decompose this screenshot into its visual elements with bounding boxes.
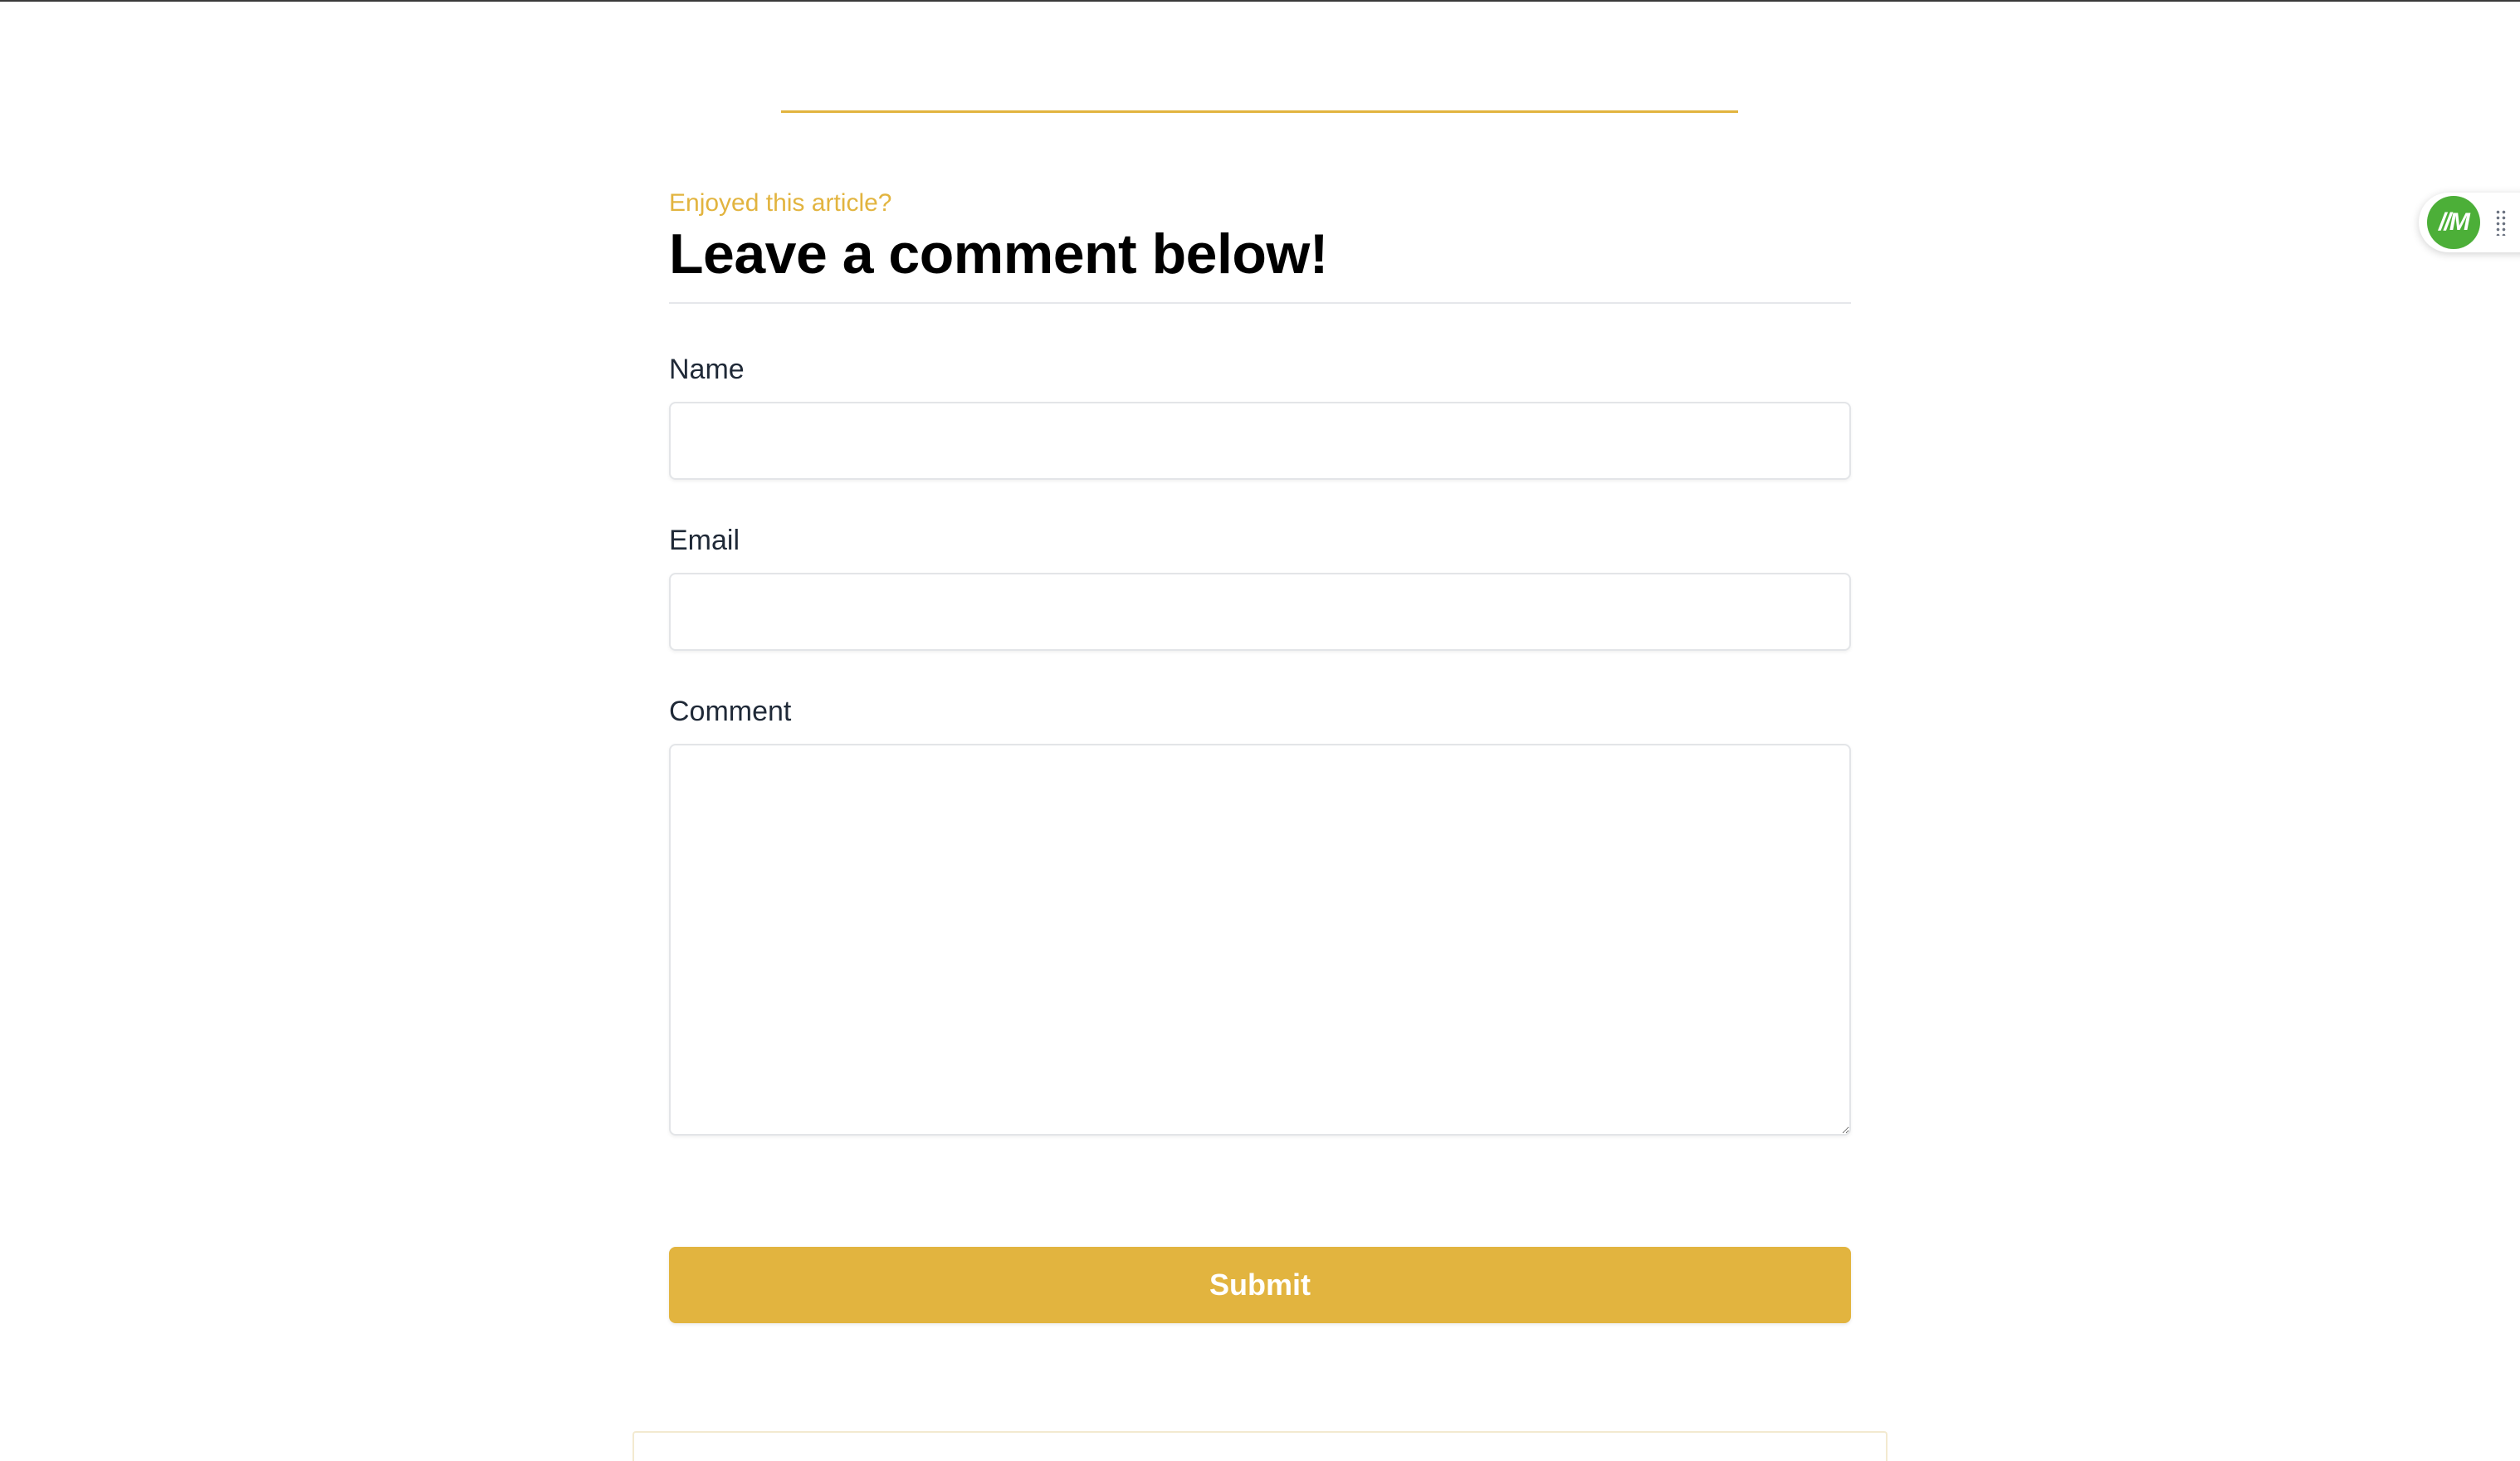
comment-label: Comment (669, 696, 792, 727)
email-input[interactable] (669, 573, 1851, 651)
comment-heading: Leave a comment below! (669, 222, 1328, 286)
name-label: Name (669, 354, 745, 385)
comment-form: Enjoyed this article? Leave a comment be… (669, 188, 1851, 1323)
heading-divider (669, 302, 1851, 304)
name-input[interactable] (669, 402, 1851, 480)
drag-handle-icon[interactable] (2495, 209, 2507, 236)
section-divider (781, 110, 1738, 113)
floating-widget[interactable]: //M (2419, 193, 2520, 252)
comment-textarea[interactable] (669, 744, 1851, 1136)
brand-logo-icon[interactable]: //M (2427, 196, 2480, 249)
window-top-border (0, 0, 2520, 2)
next-section-card (632, 1431, 1888, 1461)
submit-button[interactable]: Submit (669, 1247, 1851, 1323)
comment-eyebrow: Enjoyed this article? (669, 189, 892, 217)
email-label: Email (669, 525, 740, 556)
